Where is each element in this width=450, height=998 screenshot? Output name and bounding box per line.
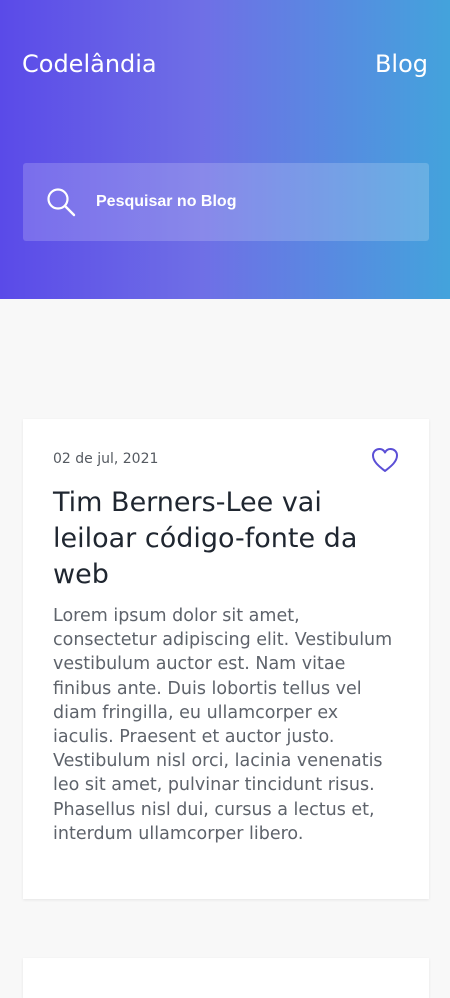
search-input[interactable] [94, 192, 398, 212]
heart-icon[interactable] [371, 447, 399, 473]
search-bar[interactable] [23, 163, 429, 241]
post-excerpt: Lorem ipsum dolor sit amet, consectetur … [53, 606, 393, 844]
post-title[interactable]: Tim Berners-Lee vai leiloar código-fonte… [53, 485, 403, 593]
post-card-next[interactable] [23, 958, 429, 998]
search-icon [46, 187, 76, 217]
post-date: 02 de jul, 2021 [53, 451, 159, 467]
post-card[interactable]: 02 de jul, 2021 Tim Berners-Lee vai leil… [23, 419, 429, 899]
hero-header: Codelândia Blog [0, 0, 450, 299]
brand-logo[interactable]: Codelândia [22, 48, 157, 80]
nav-link-blog[interactable]: Blog [375, 48, 428, 80]
